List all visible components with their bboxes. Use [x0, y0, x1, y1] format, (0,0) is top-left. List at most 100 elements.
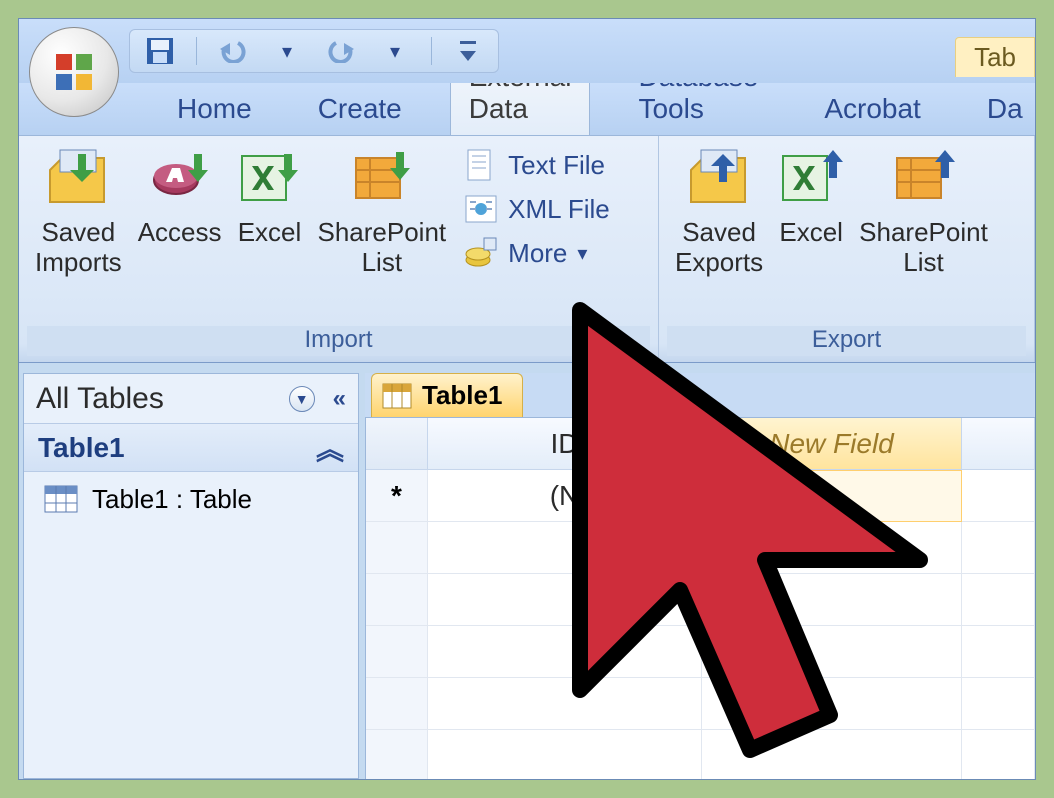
- sharepoint-icon: [350, 148, 414, 212]
- import-xml-file-label: XML File: [508, 194, 610, 225]
- quick-access-toolbar: ▾ ▾: [129, 29, 499, 73]
- datasheet-area: Table1 ID New Field * (N: [365, 373, 1035, 779]
- row-selector[interactable]: *: [366, 470, 428, 522]
- column-header-id[interactable]: ID: [428, 418, 702, 470]
- tab-home[interactable]: Home: [159, 87, 270, 135]
- nav-collapse-button[interactable]: «: [333, 385, 346, 413]
- saved-imports-label: Saved Imports: [35, 218, 122, 278]
- group-export: Saved Exports Excel: [659, 136, 1035, 362]
- tab-acrobat[interactable]: Acrobat: [806, 87, 939, 135]
- nav-group-label: Table1: [38, 432, 125, 464]
- chevron-down-icon: ▾: [282, 39, 292, 64]
- table-icon: [382, 383, 412, 409]
- row-selector: [366, 574, 428, 626]
- customize-icon: [458, 37, 478, 65]
- column-header-empty: [962, 418, 1035, 470]
- datasheet-header: ID New Field: [366, 418, 1035, 470]
- new-record-row[interactable]: * (N: [366, 470, 1035, 522]
- import-xml-file-button[interactable]: XML File: [464, 192, 610, 226]
- more-icon: [464, 236, 498, 270]
- text-file-icon: [464, 148, 498, 182]
- import-more-label: More: [508, 238, 567, 269]
- nav-item-label: Table1 : Table: [92, 484, 252, 515]
- saved-imports-icon: [46, 148, 110, 212]
- qat-separator: [431, 37, 432, 65]
- import-excel-button[interactable]: Excel: [230, 142, 310, 248]
- redo-button[interactable]: [323, 33, 359, 69]
- undo-dropdown[interactable]: ▾: [269, 33, 305, 69]
- saved-exports-label: Saved Exports: [675, 218, 763, 278]
- app-window: ▾ ▾ Tab Home Create External Data Databa…: [18, 18, 1036, 780]
- redo-icon: [326, 39, 356, 63]
- access-icon: [148, 148, 212, 212]
- chevron-down-icon: ▾: [577, 241, 587, 266]
- undo-icon: [218, 39, 248, 63]
- cell-empty: [962, 574, 1035, 626]
- import-sharepoint-label: SharePoint List: [318, 218, 447, 278]
- export-excel-button[interactable]: Excel: [771, 142, 851, 248]
- cell-empty: [962, 470, 1035, 522]
- cell-empty: [702, 574, 962, 626]
- cell-empty: [702, 730, 962, 780]
- tab-create[interactable]: Create: [300, 87, 420, 135]
- export-sharepoint-label: SharePoint List: [859, 218, 988, 278]
- qat-customize-button[interactable]: [450, 33, 486, 69]
- select-all-cell[interactable]: [366, 418, 428, 470]
- cell-empty: [962, 626, 1035, 678]
- navigation-pane: All Tables ▼ « Table1 ︽ Table1 : Tabl: [23, 373, 359, 779]
- import-text-file-button[interactable]: Text File: [464, 148, 610, 182]
- contextual-tab-label: Tab: [955, 37, 1035, 77]
- xml-file-icon: [464, 192, 498, 226]
- import-sharepoint-button[interactable]: SharePoint List: [310, 142, 455, 278]
- cell-empty: [702, 626, 962, 678]
- row-selector: [366, 626, 428, 678]
- tab-truncated[interactable]: Da: [969, 87, 1036, 135]
- qat-separator: [196, 37, 197, 65]
- column-header-add-new[interactable]: New Field: [702, 418, 962, 470]
- content-area: All Tables ▼ « Table1 ︽ Table1 : Tabl: [19, 363, 1035, 779]
- title-bar: ▾ ▾ Tab: [19, 19, 1035, 83]
- import-text-file-label: Text File: [508, 150, 605, 181]
- saved-imports-button[interactable]: Saved Imports: [27, 142, 130, 278]
- ribbon: Saved Imports Access: [19, 135, 1035, 363]
- chevron-down-icon: ▾: [390, 39, 400, 64]
- object-tab-table1[interactable]: Table1: [371, 373, 523, 417]
- cell-id[interactable]: (N: [428, 470, 702, 522]
- nav-group-header[interactable]: Table1 ︽: [24, 424, 358, 472]
- save-icon: [145, 36, 175, 66]
- cell-new[interactable]: [702, 470, 962, 522]
- import-more-button[interactable]: More ▾: [464, 236, 610, 270]
- cell-empty: [428, 626, 702, 678]
- export-sharepoint-button[interactable]: SharePoint List: [851, 142, 996, 278]
- cell-empty: [428, 730, 702, 780]
- nav-dropdown-button[interactable]: ▼: [289, 386, 315, 412]
- nav-item-table1[interactable]: Table1 : Table: [24, 472, 358, 526]
- office-button[interactable]: [29, 27, 119, 117]
- import-excel-label: Excel: [238, 218, 302, 248]
- cell-empty: [702, 522, 962, 574]
- group-export-label: Export: [667, 326, 1026, 356]
- redo-dropdown[interactable]: ▾: [377, 33, 413, 69]
- saved-exports-button[interactable]: Saved Exports: [667, 142, 771, 278]
- undo-button[interactable]: [215, 33, 251, 69]
- table-icon: [44, 485, 78, 513]
- ribbon-tabs: Home Create External Data Database Tools…: [19, 83, 1035, 135]
- nav-pane-header[interactable]: All Tables ▼ «: [24, 374, 358, 424]
- object-tabs: Table1: [365, 373, 1035, 417]
- import-small-buttons: Text File XML File: [454, 142, 616, 270]
- saved-exports-icon: [687, 148, 751, 212]
- cell-empty: [428, 522, 702, 574]
- chevron-down-icon: ▼: [295, 391, 309, 407]
- cell-empty: [428, 678, 702, 730]
- cell-empty: [962, 522, 1035, 574]
- chevron-up-icon: ︽: [316, 428, 344, 468]
- datasheet[interactable]: ID New Field * (N: [365, 417, 1035, 780]
- row-selector: [366, 730, 428, 780]
- cell-empty: [702, 678, 962, 730]
- sharepoint-export-icon: [891, 148, 955, 212]
- group-import: Saved Imports Access: [19, 136, 659, 362]
- nav-pane-title: All Tables: [36, 382, 164, 416]
- save-button[interactable]: [142, 33, 178, 69]
- import-access-button[interactable]: Access: [130, 142, 230, 248]
- office-logo-icon: [50, 48, 98, 96]
